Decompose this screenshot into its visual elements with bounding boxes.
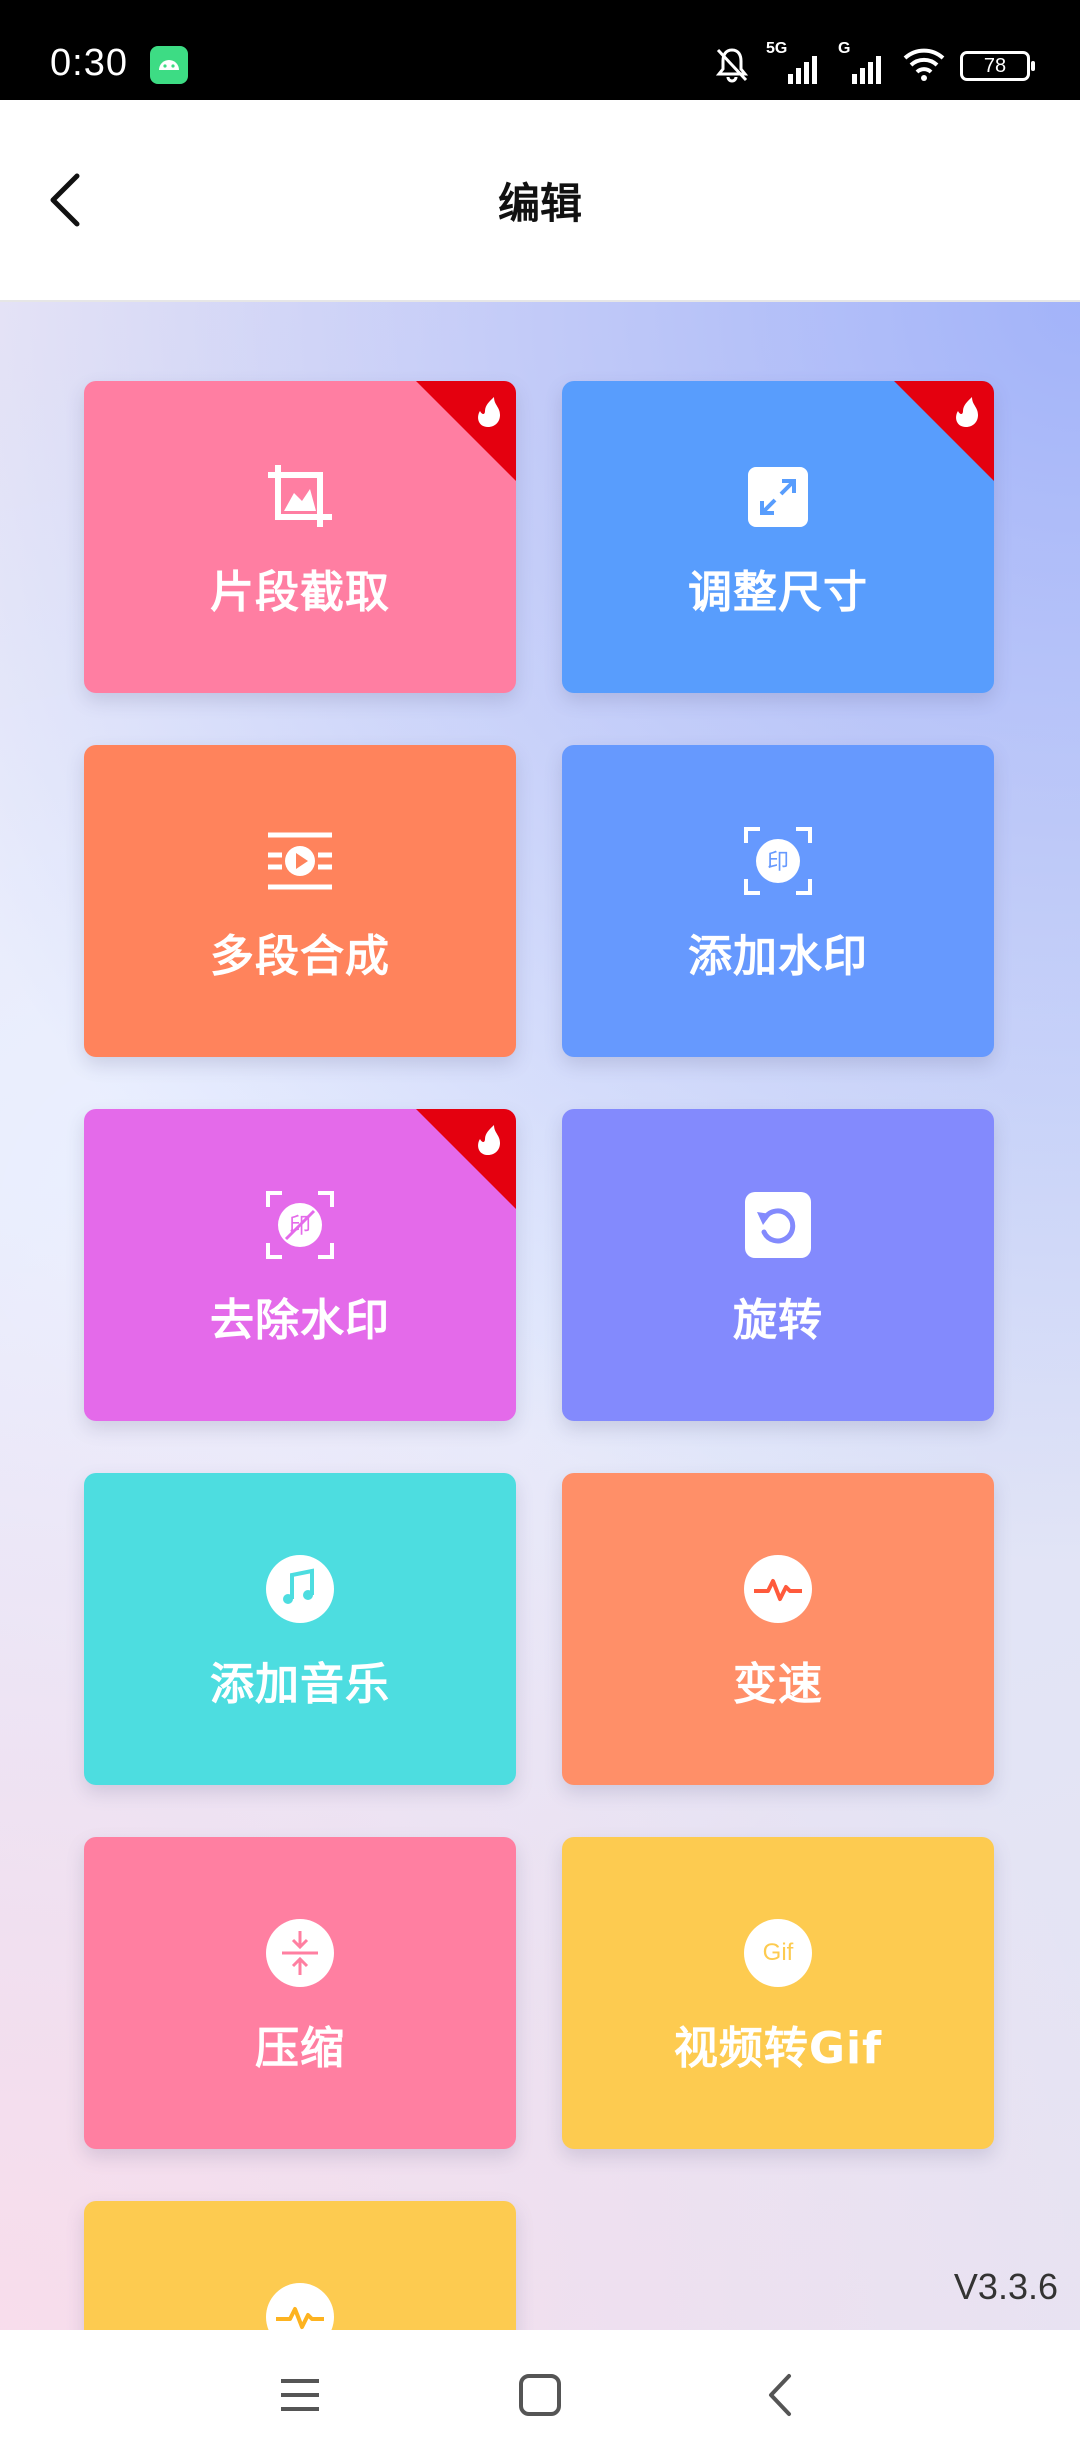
tool-card-compress[interactable]: 压缩: [84, 1837, 516, 2149]
hot-badge: [416, 1109, 516, 1209]
gif-icon-text: Gif: [762, 1939, 794, 1966]
tool-card-add-music[interactable]: 添加音乐: [84, 1473, 516, 1785]
speed-icon: [264, 2281, 336, 2330]
status-bar: 0:30 5G G 78: [0, 0, 1080, 100]
tool-label: 片段截取: [210, 567, 390, 618]
signal-g-icon: G: [838, 40, 888, 86]
nav-back-button[interactable]: [745, 2365, 815, 2425]
tool-card-remove-watermark[interactable]: 印 去除水印: [84, 1109, 516, 1421]
mute-bell-icon: [712, 44, 752, 88]
home-square-icon: [519, 2374, 561, 2416]
tool-label: 多段合成: [210, 931, 390, 982]
back-triangle-icon: [769, 2374, 791, 2416]
status-time: 0:30: [50, 42, 128, 84]
tool-label: 变速: [733, 1659, 823, 1710]
tool-label: 旋转: [733, 1295, 823, 1346]
tool-card-add-watermark[interactable]: 印 添加水印: [562, 745, 994, 1057]
system-nav-bar: [0, 2330, 1080, 2460]
version-label: V3.3.6: [953, 2266, 1058, 2307]
tool-card-speed[interactable]: 变速: [562, 1473, 994, 1785]
compress-icon: [264, 1917, 336, 1989]
home-button[interactable]: [505, 2365, 575, 2425]
resize-icon: [742, 461, 814, 533]
battery-indicator: 78: [960, 51, 1035, 81]
tool-grid-area: 片段截取 调整尺寸 多段合成 印 添加水印 去除水印 旋转 添加音乐 变速 压缩…: [0, 302, 1080, 2330]
tool-label: 调整尺寸: [688, 567, 868, 618]
music-icon: [264, 1553, 336, 1625]
tool-label: 去除水印: [210, 1295, 390, 1346]
merge-video-icon: [264, 825, 336, 897]
screen: 0:30 5G G 78 编辑 片段截取 调整尺寸 多段合成 印 添加水印 去除…: [0, 0, 1080, 2460]
tool-label: 压缩: [255, 2023, 345, 2074]
rotate-icon: [742, 1189, 814, 1261]
status-icons: 5G G 78: [712, 40, 1035, 88]
tool-card-video-to-gif[interactable]: Gif 视频转Gif: [562, 1837, 994, 2149]
gif-icon: Gif: [742, 1917, 814, 1989]
add-watermark-icon: 印: [742, 825, 814, 897]
crop-icon: [264, 461, 336, 533]
menu-icon: [281, 2379, 319, 2411]
remove-watermark-icon: 印: [264, 1189, 336, 1261]
tool-card-resize[interactable]: 调整尺寸: [562, 381, 994, 693]
tool-card-partial[interactable]: [84, 2201, 516, 2330]
tool-label: 视频转Gif: [673, 2023, 883, 2074]
signal-5g-icon: 5G: [766, 40, 824, 86]
svg-text:印: 印: [767, 850, 789, 875]
tool-card-clip[interactable]: 片段截取: [84, 381, 516, 693]
hot-badge: [894, 381, 994, 481]
page-title: 编辑: [497, 179, 582, 228]
speed-icon: [742, 1553, 814, 1625]
app-header: 编辑: [0, 100, 1080, 302]
tool-card-merge[interactable]: 多段合成: [84, 745, 516, 1057]
tool-card-rotate[interactable]: 旋转: [562, 1109, 994, 1421]
hot-badge: [416, 381, 516, 481]
wifi-icon: [902, 46, 946, 86]
tool-label: 添加水印: [688, 931, 868, 982]
tool-label: 添加音乐: [210, 1659, 390, 1710]
menu-button[interactable]: [265, 2365, 335, 2425]
android-notification-icon: [150, 46, 188, 84]
